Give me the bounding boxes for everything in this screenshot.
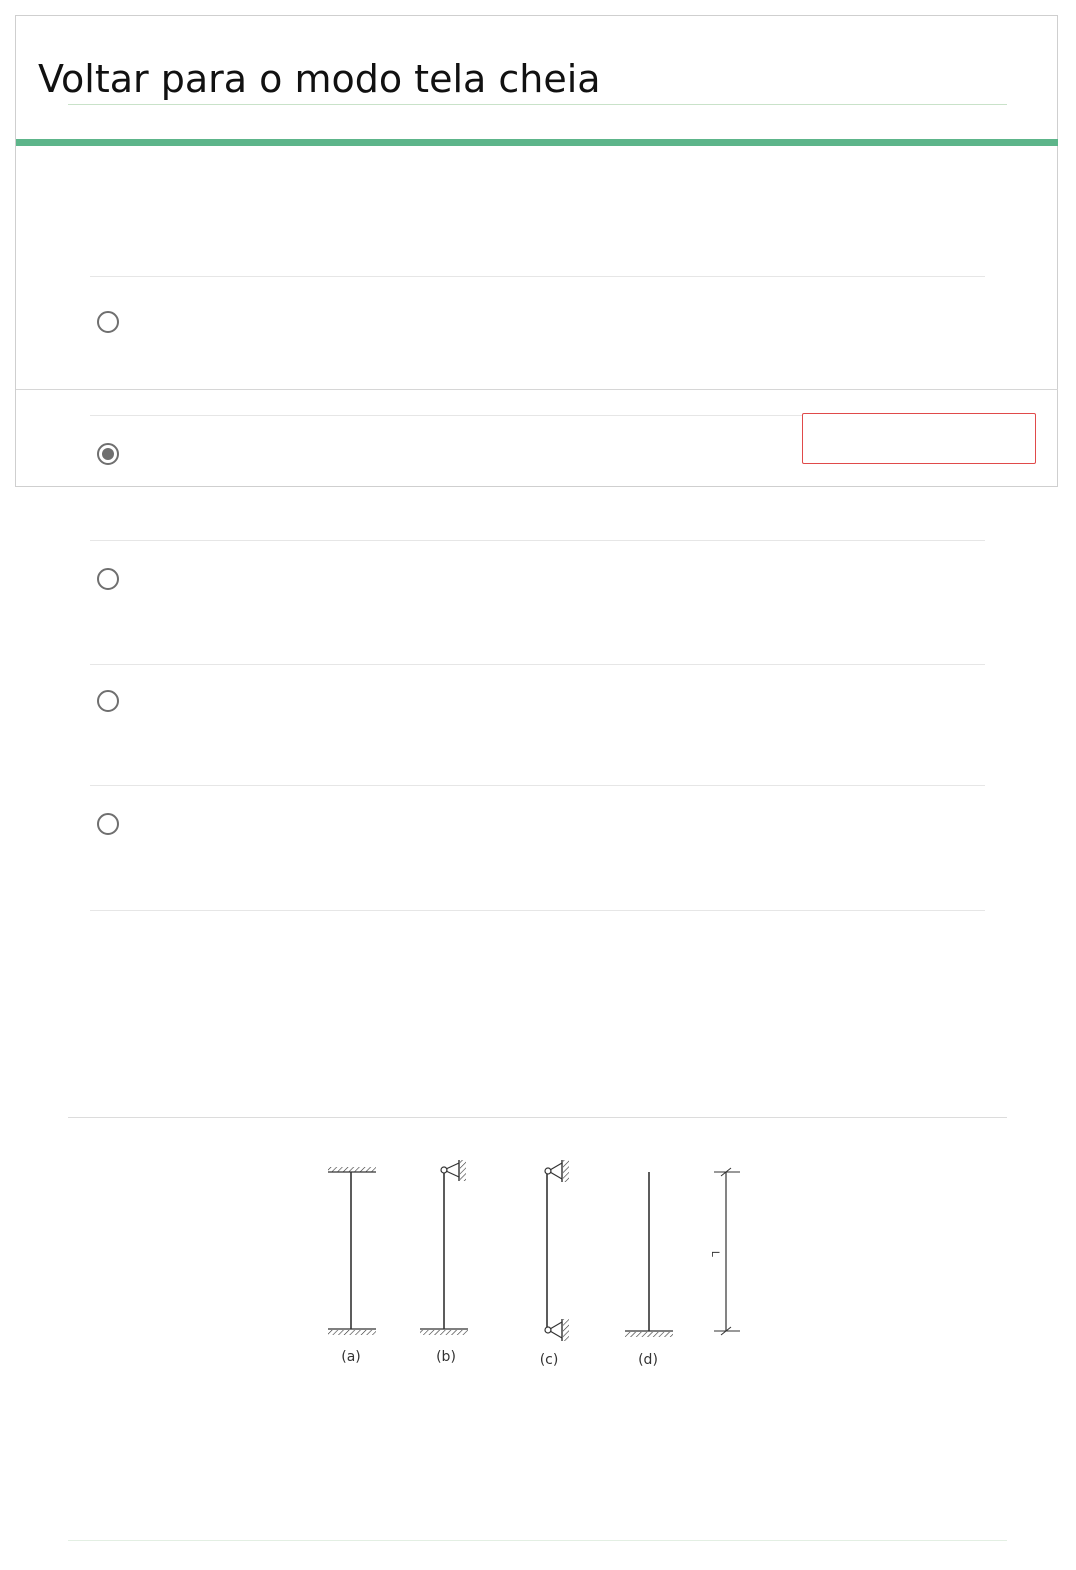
- column-d: [625, 1172, 673, 1337]
- option-radio-5[interactable]: [97, 813, 119, 835]
- bottom-divider: [68, 1540, 1007, 1541]
- option-radio-1[interactable]: [97, 311, 119, 333]
- option-separator: [90, 664, 985, 665]
- option-separator: [90, 785, 985, 786]
- section-divider: [68, 1117, 1007, 1118]
- option-radio-4[interactable]: [97, 690, 119, 712]
- label-b: (b): [436, 1349, 456, 1365]
- option-separator: [90, 276, 985, 277]
- fullscreen-toggle-link[interactable]: Voltar para o modo tela cheia: [38, 52, 601, 106]
- title-underline: [68, 104, 1007, 105]
- column-c: [544, 1160, 569, 1341]
- column-diagram: L (a) (b) (c) (d): [328, 1160, 740, 1368]
- accent-bar: [16, 139, 1058, 146]
- option-radio-3[interactable]: [97, 568, 119, 590]
- option-radio-2[interactable]: [97, 443, 119, 465]
- column-b: [420, 1160, 468, 1335]
- label-a: (a): [341, 1349, 361, 1365]
- label-c: (c): [540, 1352, 559, 1368]
- answer-feedback-box: [802, 413, 1036, 464]
- column-supports-figure: L (a) (b) (c) (d): [320, 1155, 760, 1385]
- length-label: L: [709, 1251, 721, 1257]
- length-dimension: L: [709, 1167, 740, 1336]
- option-separator: [90, 910, 985, 911]
- column-a: [328, 1167, 376, 1335]
- label-d: (d): [638, 1352, 658, 1368]
- option-separator: [90, 540, 985, 541]
- panel-divider: [16, 389, 1058, 390]
